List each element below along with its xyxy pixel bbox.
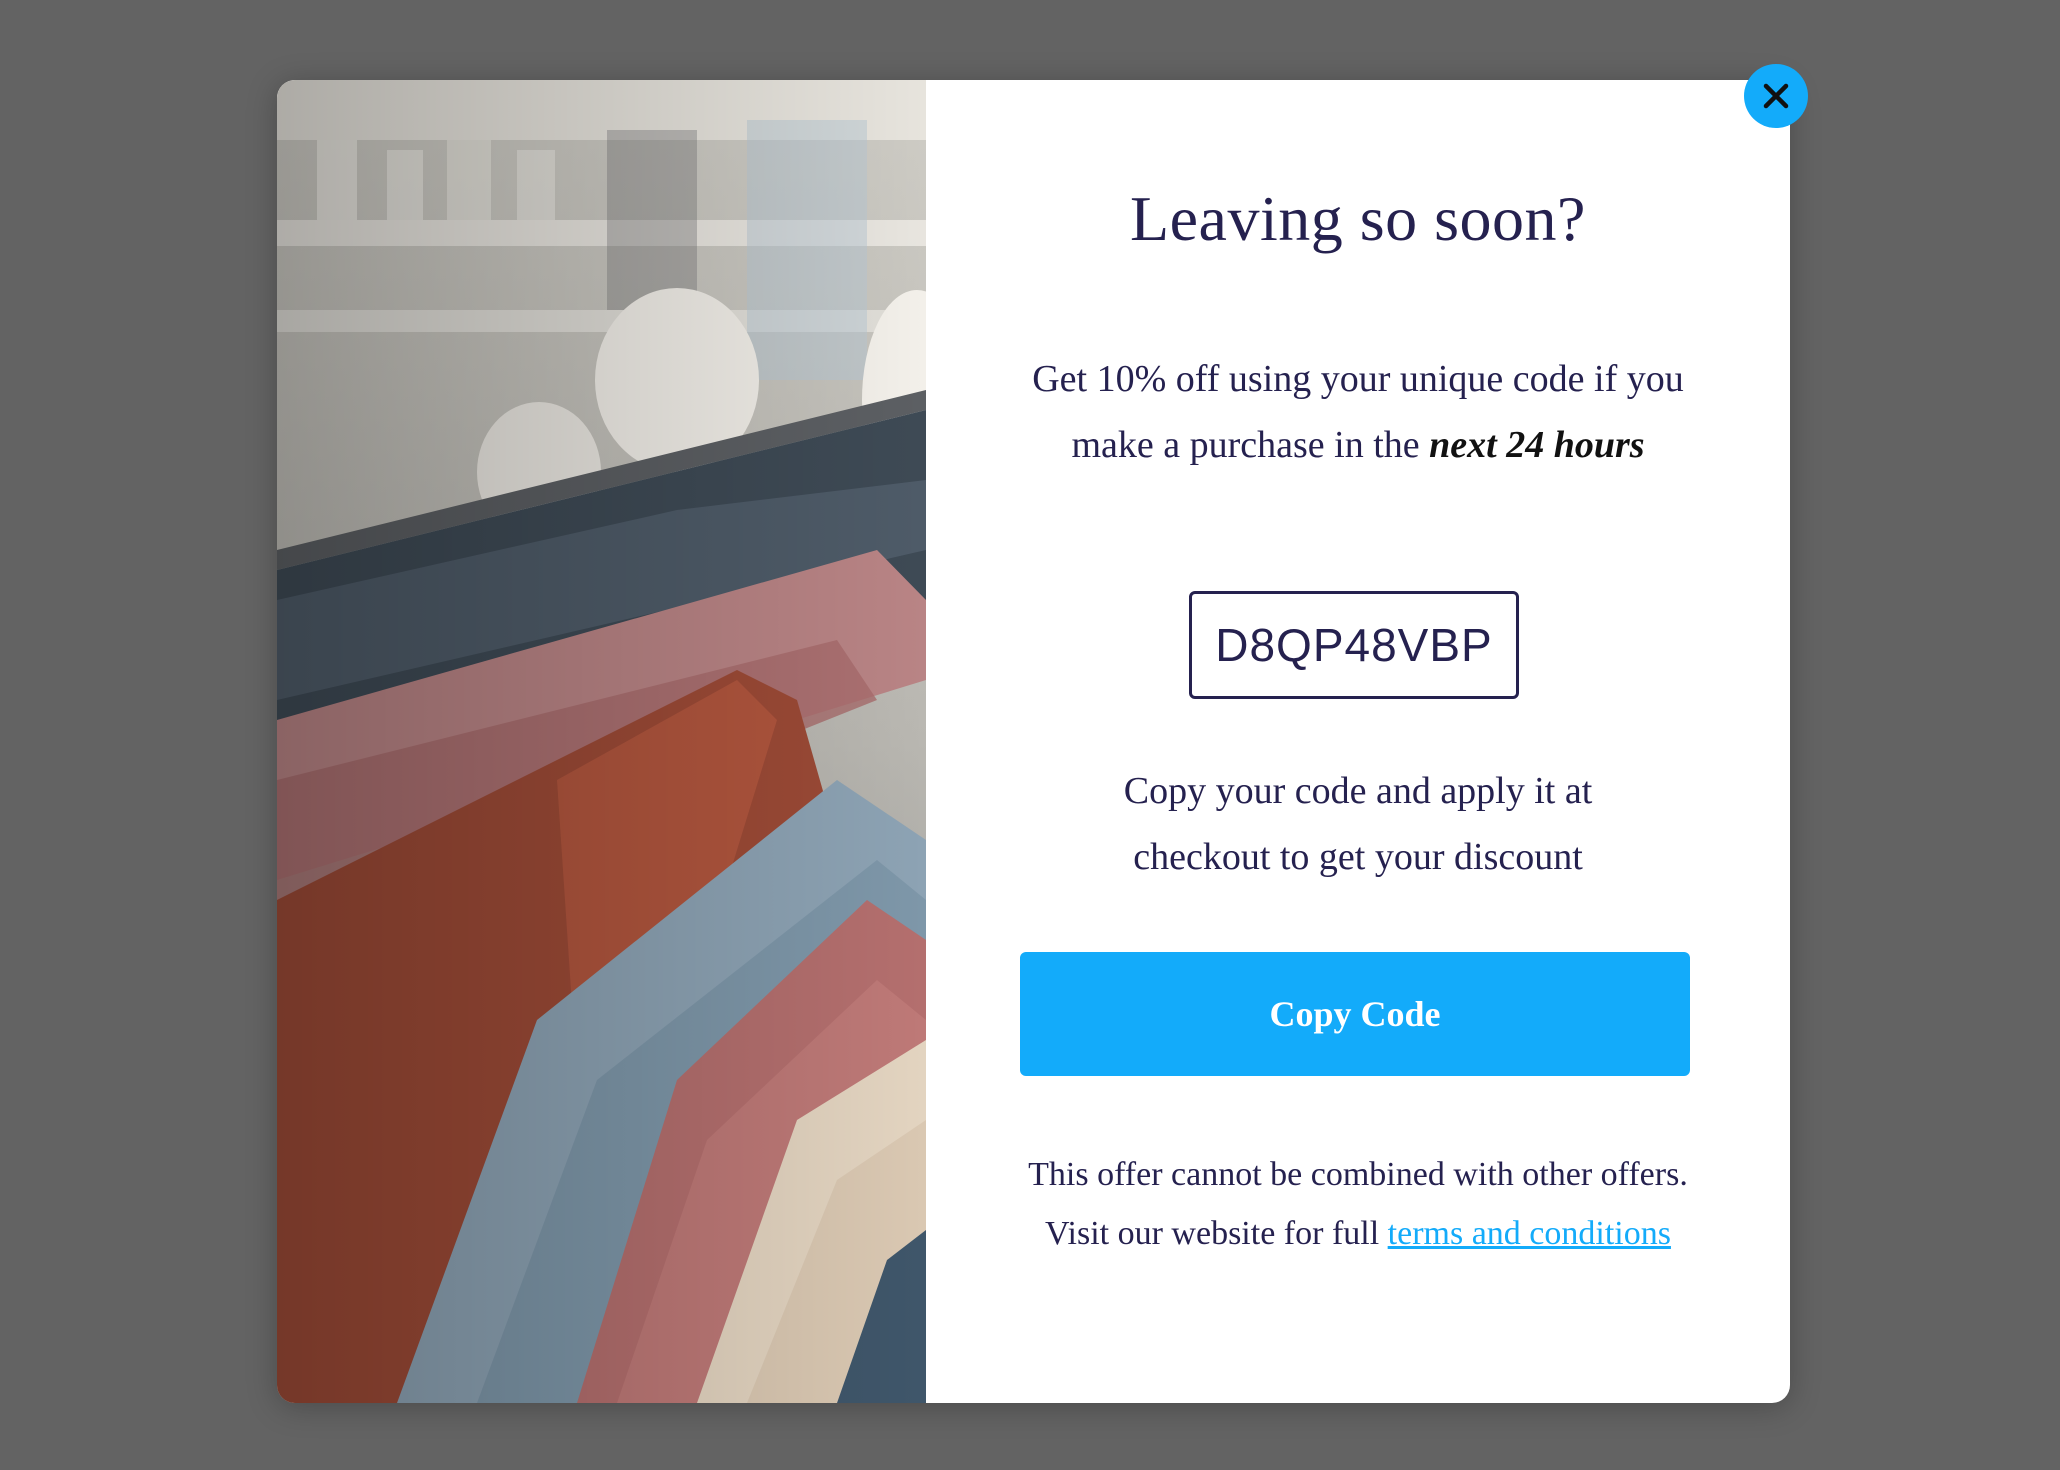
offer-disclaimer: This offer cannot be combined with other…	[1021, 1145, 1695, 1263]
offer-description: Get 10% off using your unique code if yo…	[1021, 346, 1695, 478]
close-button[interactable]	[1744, 64, 1808, 128]
terms-and-conditions-link[interactable]: terms and conditions	[1388, 1215, 1671, 1252]
code-instructions: Copy your code and apply it at checkout …	[1123, 770, 1593, 878]
popup-headline: Leaving so soon?	[1130, 183, 1586, 254]
discount-code-box[interactable]: D8QP48VBP	[1189, 591, 1519, 699]
copy-code-button[interactable]: Copy Code	[1020, 952, 1690, 1076]
clothing-rack-image	[277, 80, 926, 1403]
exit-intent-popup: Leaving so soon? Get 10% off using your …	[277, 80, 1790, 1403]
close-icon	[1763, 83, 1789, 109]
offer-time-limit: next 24 hours	[1429, 424, 1645, 466]
popup-content: Leaving so soon? Get 10% off using your …	[926, 80, 1790, 1403]
